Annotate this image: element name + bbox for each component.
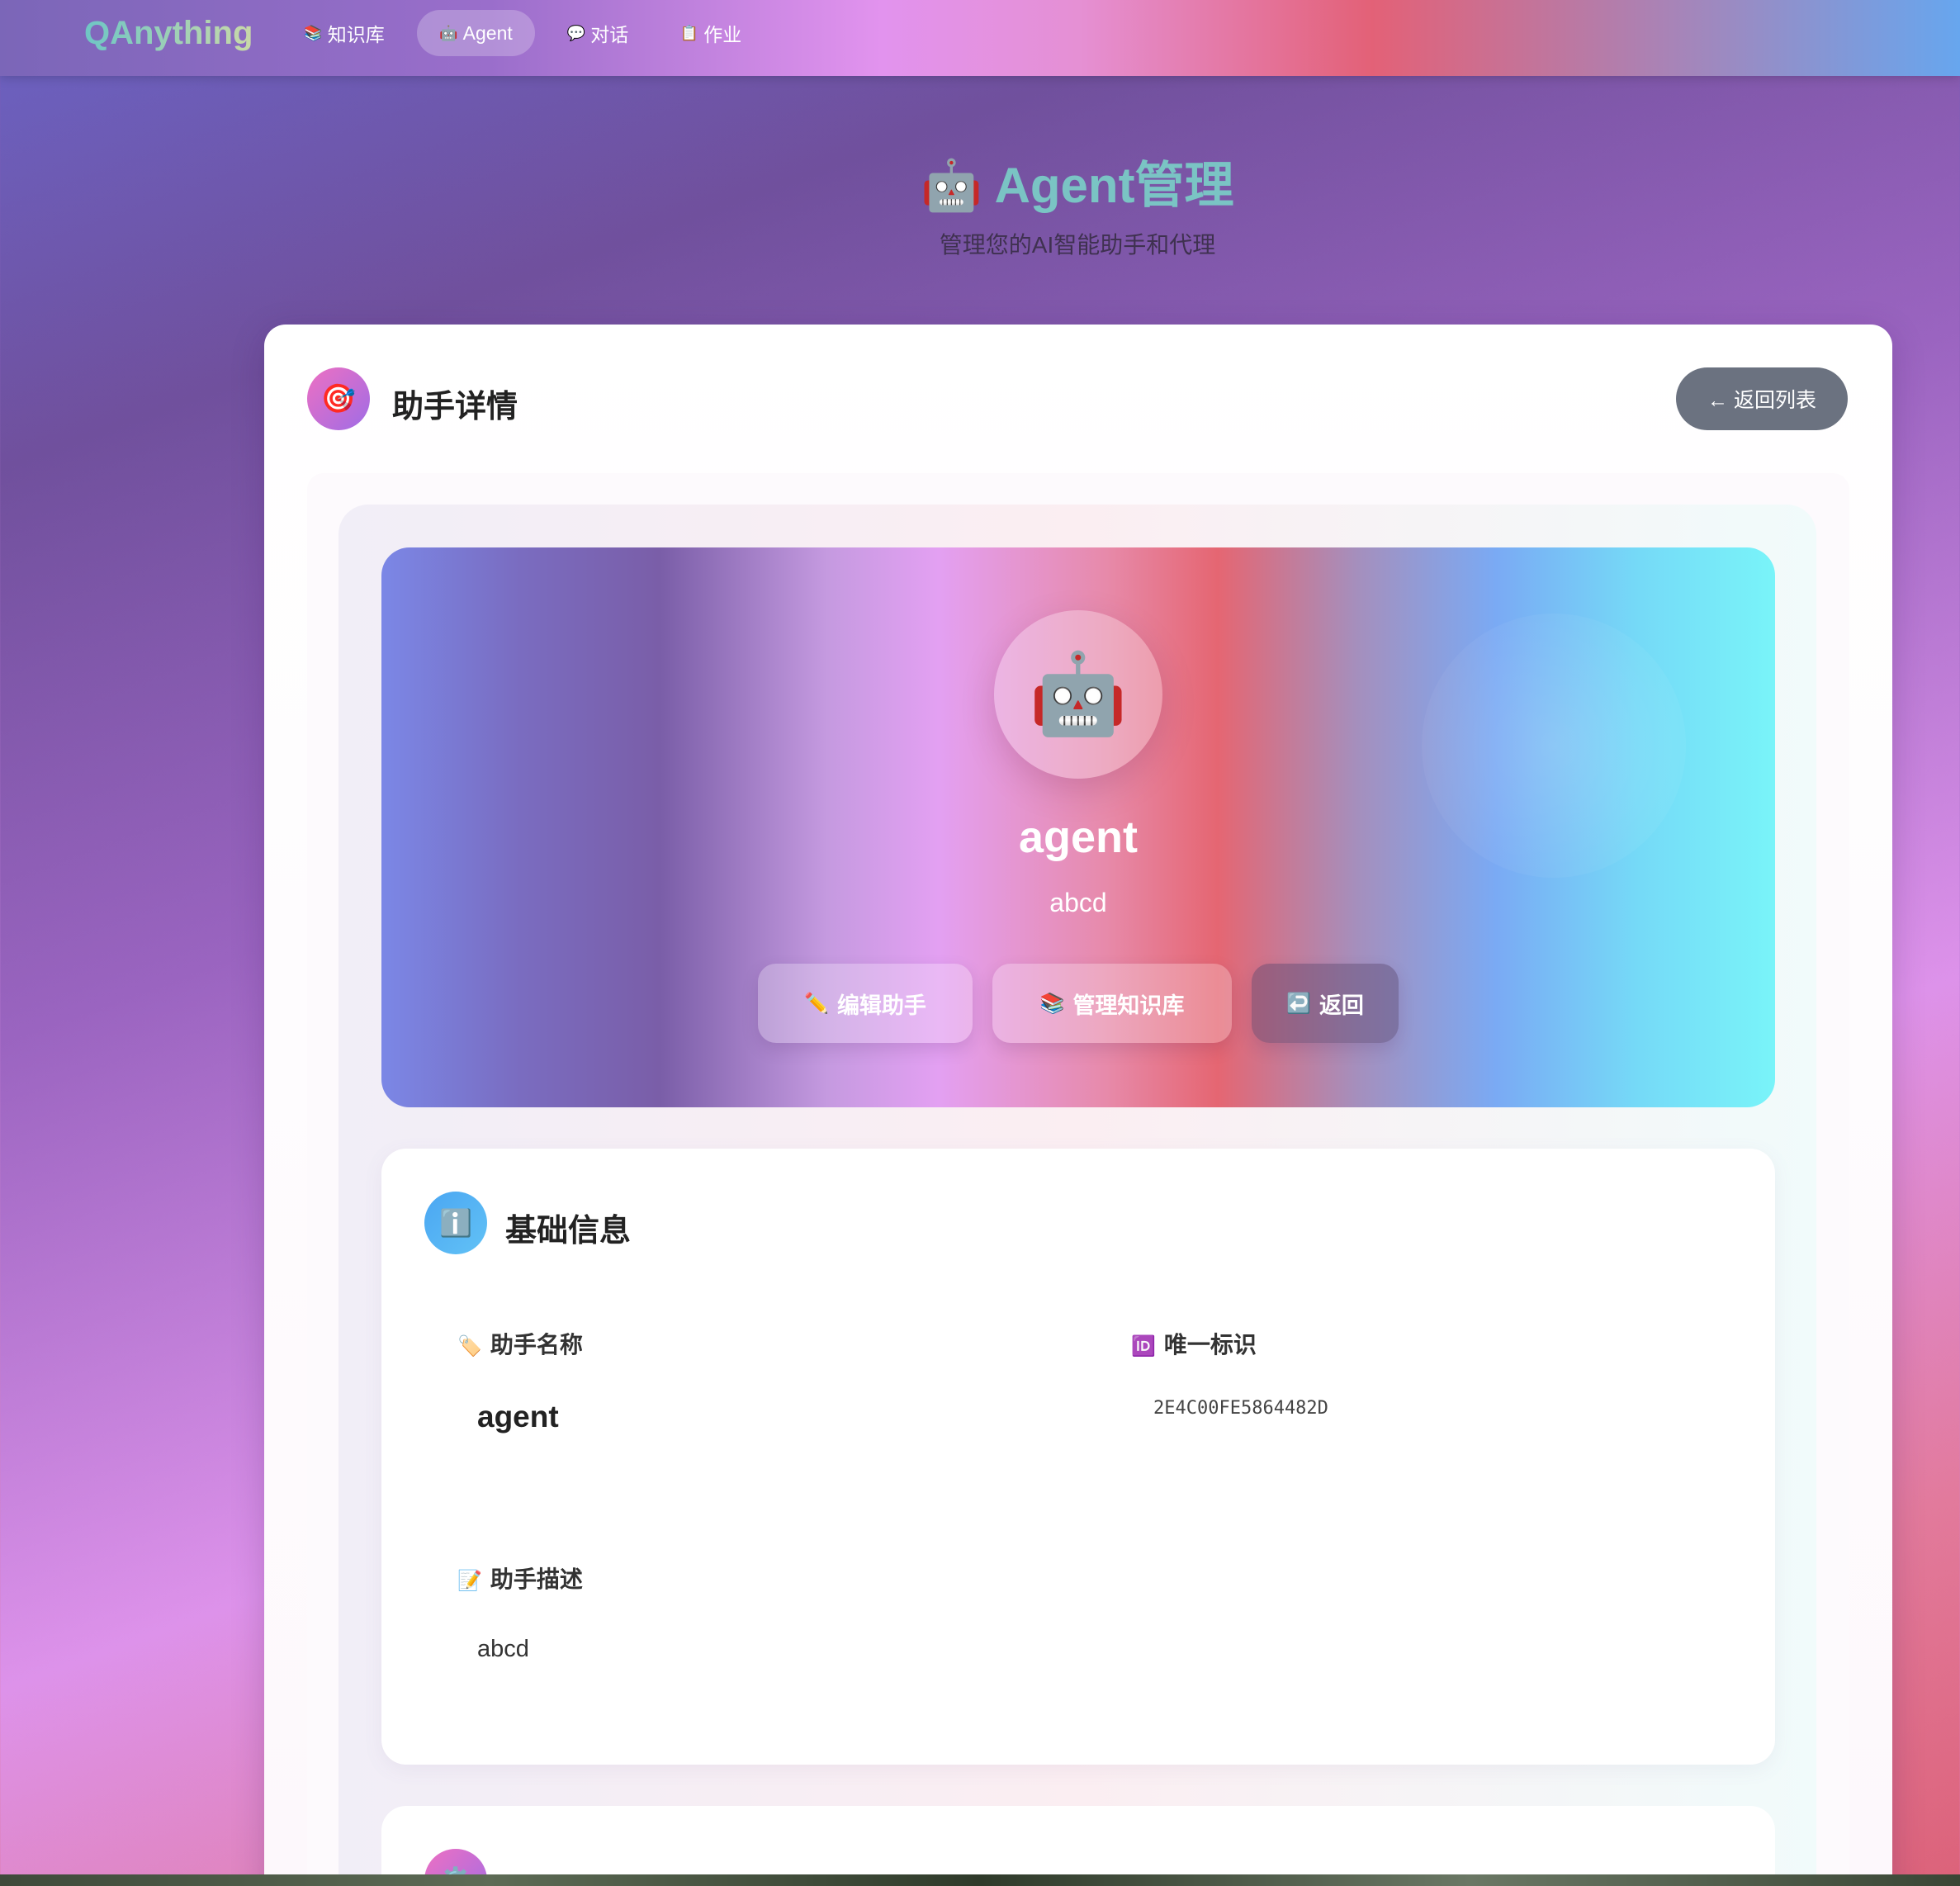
robot-icon: 🤖	[439, 24, 458, 41]
agent-name: agent	[1018, 813, 1139, 862]
nav-item-label: 知识库	[327, 24, 385, 45]
clipboard-icon: 📋	[679, 24, 699, 41]
nav-item-agent[interactable]: 🤖 Agent	[417, 10, 535, 56]
section-title: 基础信息	[505, 1214, 632, 1249]
nav-item-homework[interactable]: 📋 作业	[675, 10, 746, 56]
nav-item-label: 对话	[590, 24, 629, 45]
agent-name-label: 🏷️ 助手名称	[457, 1327, 583, 1360]
desktop-wallpaper-strip	[0, 1874, 1960, 1886]
edit-agent-button[interactable]: ✏️ 编辑助手	[758, 964, 973, 1043]
tag-icon: 🏷️	[457, 1335, 482, 1358]
unique-id-label: 🆔 唯一标识	[1131, 1327, 1257, 1360]
id-icon: 🆔	[1131, 1335, 1156, 1358]
target-icon: 🎯	[307, 367, 370, 430]
edit-agent-label: 编辑助手	[836, 993, 926, 1018]
unique-id-value: 2E4C00FE5864482D	[1153, 1398, 1328, 1419]
agent-description-value: abcd	[477, 1636, 529, 1662]
speech-bubble-icon: 💬	[566, 24, 586, 41]
nav-item-knowledge-base[interactable]: 📚 知识库	[299, 10, 390, 56]
nav-item-chat[interactable]: 💬 对话	[561, 10, 634, 56]
back-to-list-button[interactable]: ← 返回列表	[1676, 367, 1848, 430]
top-nav-bar: QAnything 📚 知识库 🤖 Agent 💬 对话 📋 作业	[0, 0, 1960, 76]
agent-detail-card: 🎯 助手详情 ← 返回列表 🤖 agent abcd ✏️ 编辑助手 📚 管理知…	[264, 325, 1892, 1886]
basic-info-section: ℹ️ 基础信息 🏷️ 助手名称 agent 🆔 唯一标识 2E4C00FE58644…	[381, 1149, 1775, 1765]
field-label-text: 助手描述	[490, 1566, 583, 1592]
back-button[interactable]: ↩️ 返回	[1252, 964, 1399, 1043]
page-title: 🤖 Agent管理	[921, 158, 1234, 213]
info-icon: ℹ️	[424, 1192, 487, 1254]
card-title: 助手详情	[392, 390, 518, 424]
agent-description: abcd	[1049, 888, 1107, 917]
agent-avatar: 🤖	[994, 610, 1162, 779]
brand-logo[interactable]: QAnything	[84, 15, 253, 52]
manage-knowledge-base-button[interactable]: 📚 管理知识库	[992, 964, 1232, 1043]
field-label-text: 助手名称	[490, 1332, 583, 1358]
books-icon: 📚	[1039, 992, 1065, 1015]
back-label: 返回	[1319, 993, 1364, 1018]
nav-item-label: 作业	[703, 24, 742, 45]
page-subtitle: 管理您的AI智能助手和代理	[939, 232, 1216, 258]
field-label-text: 唯一标识	[1163, 1332, 1257, 1358]
robot-icon: 🤖	[1029, 650, 1128, 738]
memo-icon: 📝	[457, 1570, 482, 1592]
agent-description-label: 📝 助手描述	[457, 1561, 583, 1595]
return-arrow-icon: ↩️	[1286, 992, 1311, 1015]
pencil-icon: ✏️	[804, 992, 829, 1015]
books-icon: 📚	[304, 24, 323, 41]
agent-name-value: agent	[477, 1400, 559, 1433]
manage-knowledge-base-label: 管理知识库	[1072, 993, 1185, 1018]
nav-item-label: Agent	[462, 21, 513, 44]
agent-hero-banner: 🤖 agent abcd ✏️ 编辑助手 📚 管理知识库 ↩️ 返回	[381, 547, 1775, 1107]
